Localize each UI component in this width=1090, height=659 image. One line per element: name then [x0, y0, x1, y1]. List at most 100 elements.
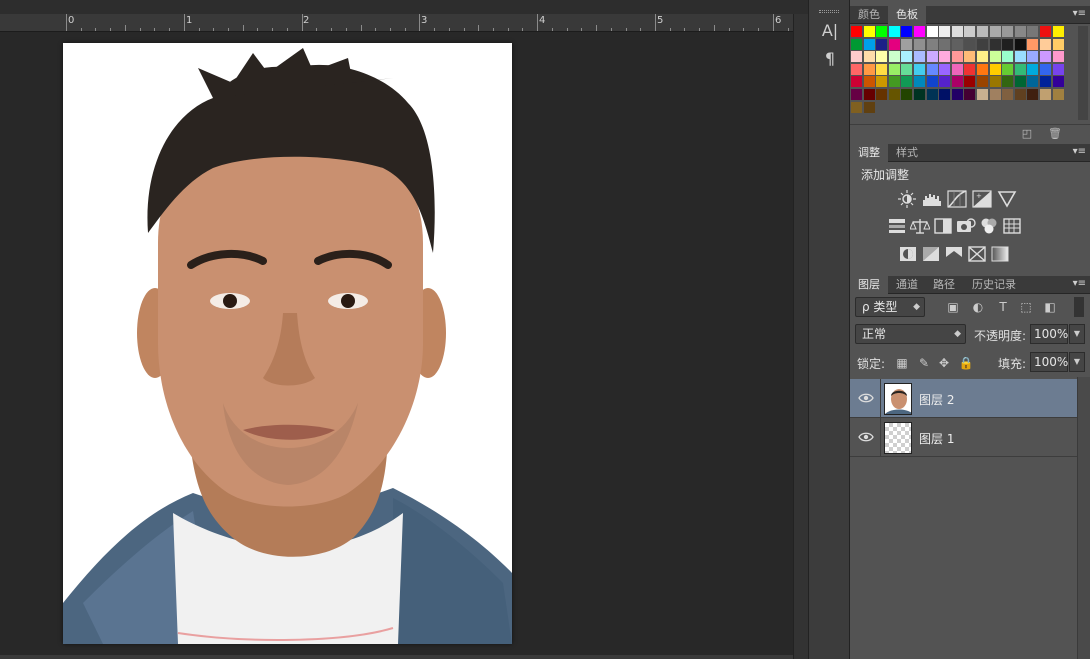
channel-mixer-icon[interactable] — [979, 217, 999, 235]
canvas-area[interactable]: 0 1 2 3 4 5 6 — [0, 0, 808, 659]
color-swatch[interactable] — [1014, 38, 1026, 50]
color-swatch[interactable] — [977, 38, 988, 50]
color-swatch[interactable] — [977, 89, 988, 100]
color-swatch[interactable] — [863, 38, 875, 50]
tab-channels[interactable]: 通道 — [888, 276, 926, 294]
selective-color-icon[interactable] — [967, 245, 987, 263]
color-swatch[interactable] — [1002, 26, 1014, 37]
color-swatch[interactable] — [951, 26, 963, 37]
color-swatch[interactable] — [951, 38, 963, 50]
color-swatch[interactable] — [876, 76, 888, 88]
tab-styles[interactable]: 样式 — [888, 144, 926, 162]
color-swatch[interactable] — [926, 26, 938, 37]
filter-type-icon[interactable]: T — [995, 299, 1011, 315]
filter-shape-icon[interactable]: ⬚ — [1018, 299, 1034, 315]
color-swatch[interactable] — [914, 26, 925, 37]
color-swatch[interactable] — [863, 51, 875, 63]
color-swatch[interactable] — [901, 38, 913, 50]
color-swatch[interactable] — [977, 76, 988, 88]
brightness-contrast-icon[interactable] — [897, 190, 917, 208]
color-swatch[interactable] — [1002, 89, 1014, 100]
layer-filter-select[interactable]: ρ 类型 ◆ — [855, 297, 925, 317]
color-swatch[interactable] — [901, 89, 913, 100]
color-swatch[interactable] — [1052, 38, 1064, 50]
hue-saturation-icon[interactable] — [887, 217, 907, 235]
color-swatch[interactable] — [964, 26, 976, 37]
color-swatch[interactable] — [1014, 63, 1026, 75]
color-swatch[interactable] — [876, 51, 888, 63]
color-swatch[interactable] — [989, 26, 1001, 37]
color-swatch[interactable] — [888, 89, 900, 100]
tab-history[interactable]: 历史记录 — [964, 276, 1024, 294]
layers-scrollbar[interactable] — [1077, 377, 1090, 659]
color-swatch[interactable] — [1002, 38, 1014, 50]
color-swatch[interactable] — [1052, 51, 1064, 63]
color-swatch[interactable] — [914, 51, 925, 63]
gradient-map-icon[interactable] — [990, 245, 1010, 263]
color-swatch[interactable] — [888, 63, 900, 75]
color-swatch[interactable] — [1014, 26, 1026, 37]
color-swatch[interactable] — [939, 89, 951, 100]
color-swatch[interactable] — [964, 76, 976, 88]
color-balance-icon[interactable] — [910, 217, 930, 235]
color-swatch[interactable] — [926, 63, 938, 75]
opacity-field[interactable]: 100% — [1030, 324, 1068, 344]
color-swatch[interactable] — [1040, 89, 1051, 100]
lock-position-icon[interactable]: ✥ — [936, 355, 952, 371]
curves-icon[interactable] — [947, 190, 967, 208]
color-swatch[interactable] — [851, 89, 862, 100]
color-swatch[interactable] — [939, 63, 951, 75]
color-lookup-icon[interactable] — [1002, 217, 1022, 235]
color-swatch[interactable] — [876, 89, 888, 100]
color-swatch[interactable] — [926, 38, 938, 50]
color-swatch[interactable] — [989, 76, 1001, 88]
color-swatch[interactable] — [1027, 63, 1039, 75]
color-swatch[interactable] — [926, 76, 938, 88]
color-swatch[interactable] — [1014, 76, 1026, 88]
black-white-icon[interactable] — [933, 217, 953, 235]
color-swatch[interactable] — [1052, 26, 1064, 37]
posterize-icon[interactable] — [921, 245, 941, 263]
color-swatch[interactable] — [1027, 89, 1039, 100]
fill-dropdown-icon[interactable]: ▼ — [1069, 352, 1085, 372]
new-swatch-icon[interactable]: ◰ — [1020, 127, 1034, 140]
color-swatch[interactable] — [951, 76, 963, 88]
color-swatch[interactable] — [851, 26, 862, 37]
color-swatch[interactable] — [989, 38, 1001, 50]
color-swatch[interactable] — [851, 38, 862, 50]
panel-menu-icon[interactable]: ▾≡ — [1073, 146, 1086, 157]
panel-menu-icon[interactable]: ▾≡ — [1073, 278, 1086, 289]
panel-grip[interactable] — [819, 10, 839, 13]
color-swatch[interactable] — [977, 63, 988, 75]
color-swatch[interactable] — [964, 89, 976, 100]
paragraph-panel-icon[interactable]: ¶ — [817, 48, 843, 70]
character-panel-icon[interactable]: A| — [817, 20, 843, 42]
color-swatch[interactable] — [939, 26, 951, 37]
invert-icon[interactable] — [898, 245, 918, 263]
layer-row-1[interactable]: 图层 1 — [850, 418, 1077, 457]
tab-swatches[interactable]: 色板 — [888, 6, 926, 24]
eye-icon[interactable] — [858, 391, 874, 405]
color-swatch[interactable] — [914, 38, 925, 50]
color-swatch[interactable] — [888, 51, 900, 63]
tab-paths[interactable]: 路径 — [925, 276, 963, 294]
color-swatch[interactable] — [1027, 38, 1039, 50]
color-swatch[interactable] — [964, 38, 976, 50]
filter-toggle-switch[interactable] — [1074, 297, 1084, 317]
blend-mode-select[interactable]: 正常 ◆ — [855, 324, 966, 344]
color-swatch[interactable] — [888, 38, 900, 50]
color-swatch[interactable] — [1014, 89, 1026, 100]
document-canvas[interactable] — [63, 43, 512, 644]
levels-icon[interactable] — [922, 190, 942, 208]
color-swatch[interactable] — [914, 63, 925, 75]
lock-all-icon[interactable]: 🔒 — [958, 355, 974, 371]
lock-brush-icon[interactable]: ✎ — [916, 355, 932, 371]
color-swatch[interactable] — [1002, 76, 1014, 88]
color-swatch[interactable] — [964, 51, 976, 63]
color-swatch[interactable] — [1052, 63, 1064, 75]
color-swatch[interactable] — [926, 51, 938, 63]
threshold-icon[interactable] — [944, 245, 964, 263]
color-swatch[interactable] — [851, 76, 862, 88]
filter-pixel-icon[interactable]: ▣ — [945, 299, 961, 315]
color-swatch[interactable] — [851, 63, 862, 75]
